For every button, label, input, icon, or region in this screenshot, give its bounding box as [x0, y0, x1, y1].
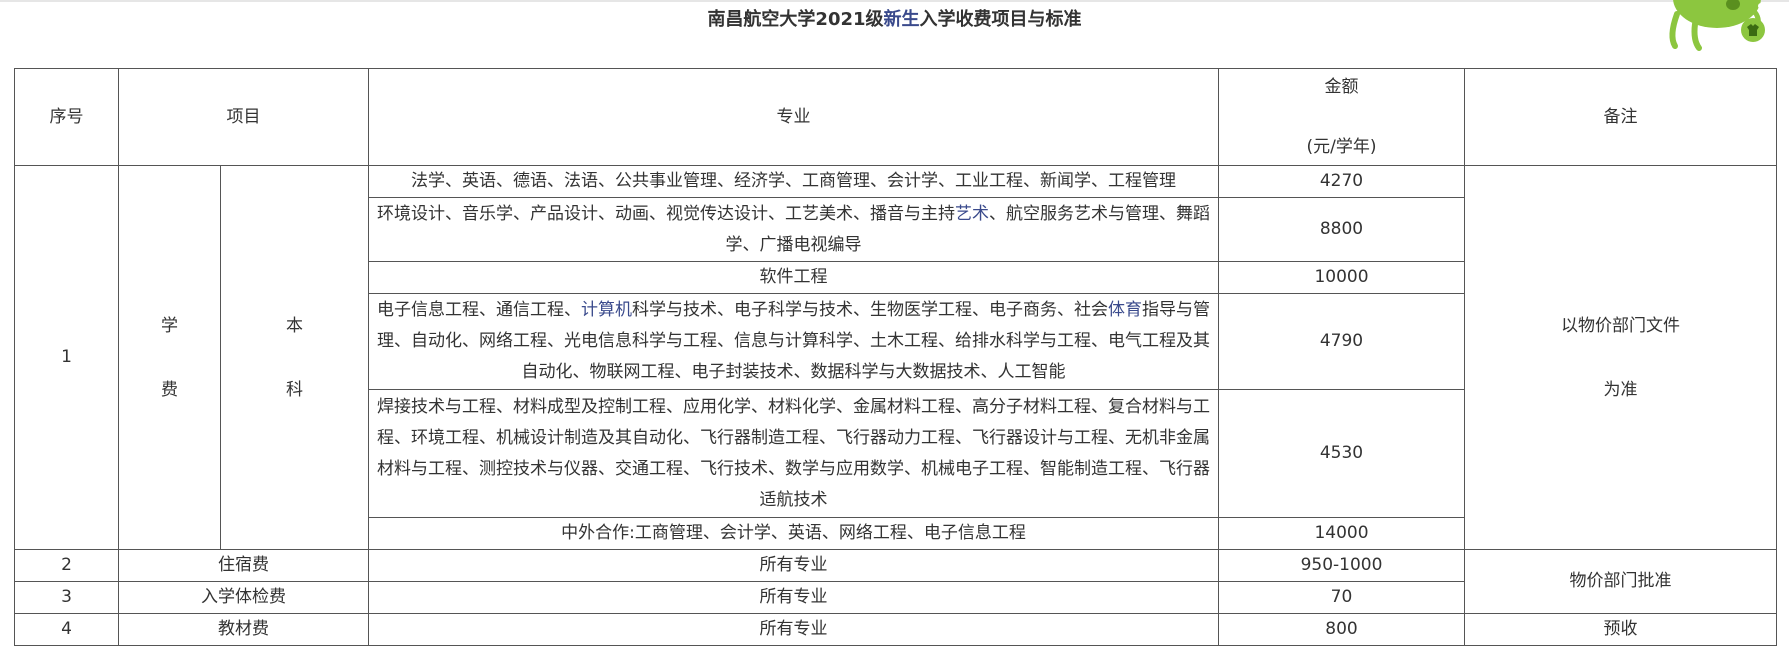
major-text: 科学与技术、电子科学与技术、生物医学工程、电子商务、社会 [632, 300, 1108, 320]
major-text: 环境设计、音乐学、产品设计、动画、视觉传达设计、工艺美术、播音与主持 [377, 203, 955, 224]
mascot-icon [1669, 0, 1765, 51]
amount-cell: 70 [1218, 581, 1465, 614]
note-line: 为准 [1603, 379, 1638, 400]
major-cell: 所有专业 [368, 613, 1219, 646]
major-cell: 电子信息工程、通信工程、计算机科学与技术、电子科学与技术、生物医学工程、电子商务… [368, 293, 1219, 390]
major-cell: 中外合作:工商管理、会计学、英语、网络工程、电子信息工程 [368, 517, 1219, 550]
amount-cell: 8800 [1218, 197, 1465, 262]
row-no: 1 [14, 165, 119, 550]
item-cell: 教材费 [118, 613, 369, 646]
table-row: 4 教材费 所有专业 800 预收 [14, 613, 1777, 646]
amount-cell: 4790 [1218, 293, 1465, 390]
amount-cell: 800 [1218, 613, 1465, 646]
major-cell: 所有专业 [368, 549, 1219, 582]
level-char: 科 [286, 379, 303, 400]
row-no: 2 [14, 549, 119, 582]
major-cell: 法学、英语、德语、法语、公共事业管理、经济学、工商管理、会计学、工业工程、新闻学… [368, 165, 1219, 198]
note-tuition: 以物价部门文件 为准 [1464, 165, 1777, 550]
amount-cell: 14000 [1218, 517, 1465, 550]
title-link-freshman[interactable]: 新生 [884, 9, 920, 30]
major-text: 电子信息工程、通信工程、 [377, 300, 581, 320]
amount-cell: 10000 [1218, 261, 1465, 294]
amount-cell: 4530 [1218, 389, 1465, 518]
table-row: 2 住宿费 所有专业 950-1000 物价部门批准 [14, 549, 1777, 614]
item-tuition-char: 费 [161, 379, 178, 400]
fee-table: 序号 项目 专业 金额 (元/学年) 备注 1 学 费 本 科 法学、英语、德语… [14, 68, 1777, 646]
header-amount-label: 金额 [1324, 77, 1359, 97]
item-cell: 入学体检费 [118, 581, 369, 614]
amount-cell: 4270 [1218, 165, 1465, 198]
row-no: 4 [14, 613, 119, 646]
note-cell: 物价部门批准 [1464, 549, 1777, 614]
header-no: 序号 [14, 68, 119, 166]
title-prefix: 南昌航空大学2021级 [707, 9, 884, 30]
header-amount-unit: (元/学年) [1306, 137, 1377, 157]
title-suffix: 入学收费项目与标准 [919, 9, 1082, 30]
major-link-art[interactable]: 艺术 [955, 204, 989, 224]
major-link-sports[interactable]: 体育 [1108, 300, 1142, 320]
header-major: 专业 [368, 68, 1219, 166]
item-tuition-char: 学 [161, 315, 178, 336]
table-header-row: 序号 项目 专业 金额 (元/学年) 备注 [14, 68, 1777, 166]
major-cell: 软件工程 [368, 261, 1219, 294]
note-line: 以物价部门文件 [1561, 315, 1680, 336]
top-border-line [0, 0, 1789, 2]
level-undergraduate: 本 科 [220, 165, 369, 550]
header-item: 项目 [118, 68, 369, 166]
level-char: 本 [286, 315, 303, 336]
major-link-computer[interactable]: 计算机 [581, 300, 632, 320]
row-no: 3 [14, 581, 119, 614]
major-cell: 焊接技术与工程、材料成型及控制工程、应用化学、材料化学、金属材料工程、高分子材料… [368, 389, 1219, 518]
item-cell: 住宿费 [118, 549, 369, 582]
page-title: 南昌航空大学2021级新生入学收费项目与标准 [0, 6, 1789, 34]
major-cell: 所有专业 [368, 581, 1219, 614]
item-tuition: 学 费 [118, 165, 221, 550]
amount-cell: 950-1000 [1218, 549, 1465, 582]
major-cell: 环境设计、音乐学、产品设计、动画、视觉传达设计、工艺美术、播音与主持艺术、航空服… [368, 197, 1219, 262]
header-amount: 金额 (元/学年) [1218, 68, 1465, 166]
header-note: 备注 [1464, 68, 1777, 166]
table-row: 1 学 费 本 科 法学、英语、德语、法语、公共事业管理、经济学、工商管理、会计… [14, 165, 1777, 550]
note-cell: 预收 [1464, 613, 1777, 646]
